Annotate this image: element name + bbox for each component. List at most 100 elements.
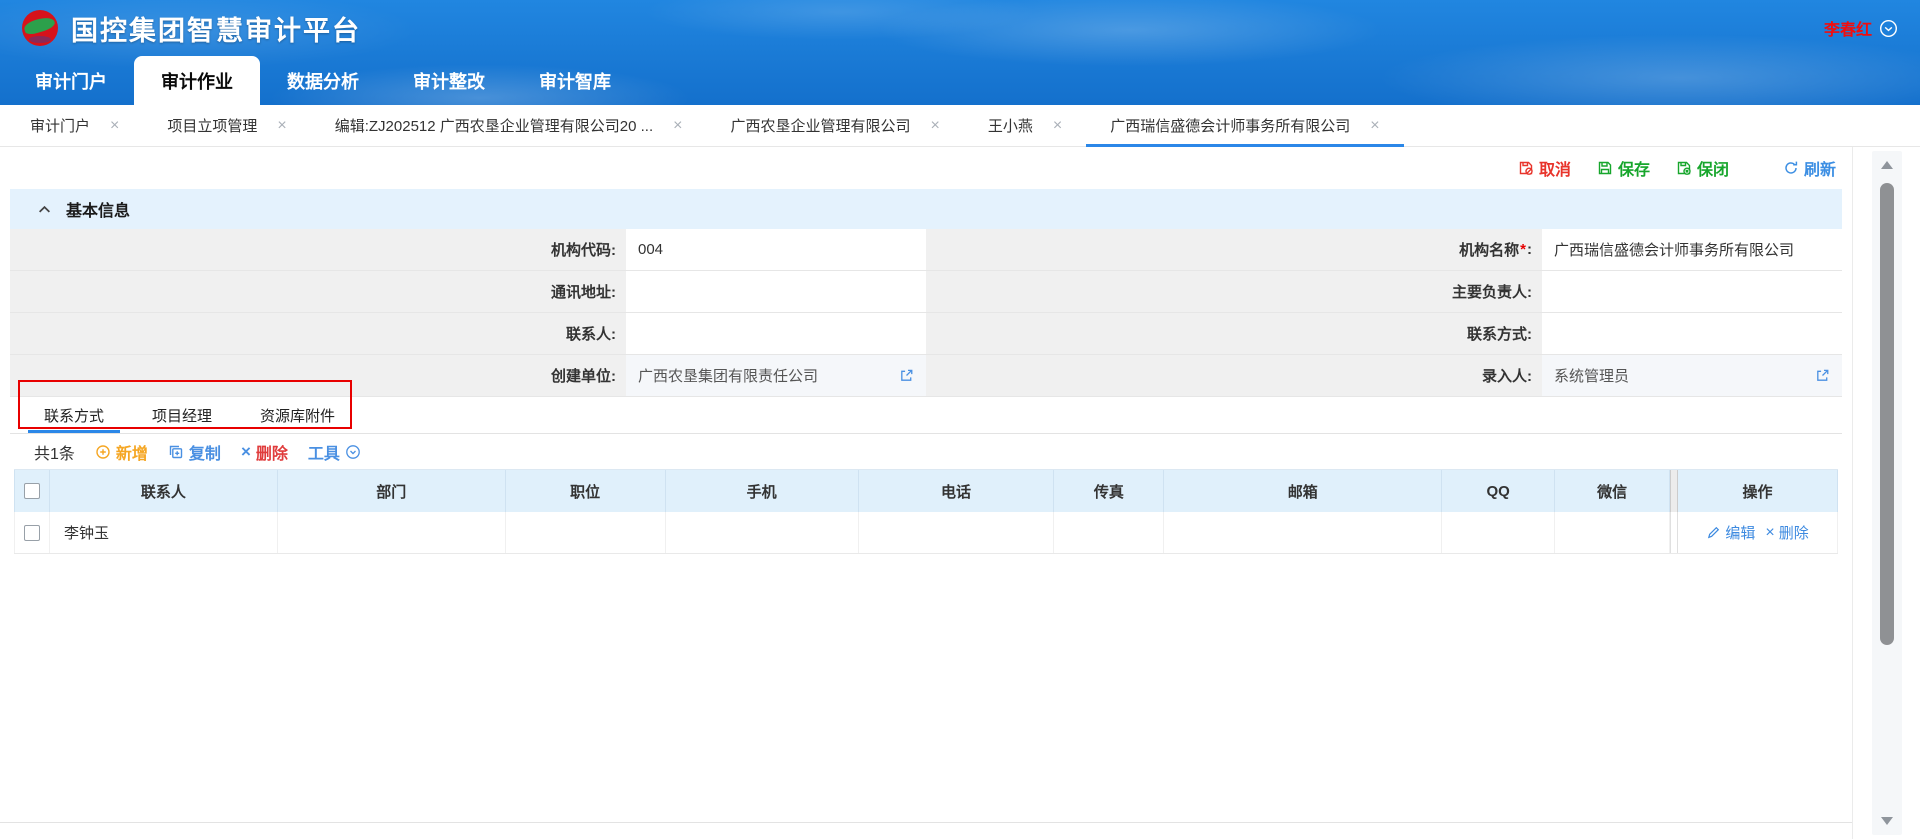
doc-tab-label: 广西瑞信盛德会计师事务所有限公司 xyxy=(1110,115,1350,136)
entry-user-value: 系统管理员 xyxy=(1542,355,1842,396)
close-icon[interactable]: × xyxy=(673,117,682,135)
external-link-icon[interactable] xyxy=(899,368,914,383)
col-header-department[interactable]: 部门 xyxy=(278,470,506,512)
doc-tab-label: 王小燕 xyxy=(988,115,1033,136)
scroll-down-icon[interactable] xyxy=(1881,817,1893,825)
record-action-toolbar: 取消 保存 xyxy=(0,147,1852,189)
user-name[interactable]: 李春红 xyxy=(1824,16,1872,40)
nav-item-audit-rectify[interactable]: 审计整改 xyxy=(386,56,512,105)
nav-item-audit-portal[interactable]: 审计门户 xyxy=(8,56,134,105)
chevron-down-icon[interactable] xyxy=(1879,19,1898,38)
col-header-wechat[interactable]: 微信 xyxy=(1555,470,1670,512)
pencil-icon xyxy=(1706,525,1721,540)
close-icon[interactable]: × xyxy=(1053,117,1062,135)
doc-tab-company[interactable]: 广西农垦企业管理有限公司 × xyxy=(706,105,963,146)
user-menu[interactable]: 李春红 xyxy=(1824,16,1898,40)
doc-tab-accounting-firm[interactable]: 广西瑞信盛德会计师事务所有限公司 × xyxy=(1086,105,1403,146)
field-contact: 联系人: xyxy=(10,313,926,355)
doc-tab-wangxiaoyan[interactable]: 王小燕 × xyxy=(964,105,1086,146)
document-tabbar: 审计门户 × 项目立项管理 × 编辑:ZJ202512 广西农垦企业管理有限公司… xyxy=(0,105,1920,147)
save-close-button[interactable]: 保闭 xyxy=(1676,156,1729,180)
row-delete-button[interactable]: × 删除 xyxy=(1765,522,1808,543)
copy-icon xyxy=(168,444,184,460)
save-close-icon xyxy=(1676,160,1692,176)
app-header: 国控集团智慧审计平台 李春红 审计门户 审计作业 数据分析 审计整改 审计智库 xyxy=(0,0,1920,105)
col-header-contact[interactable]: 联系人 xyxy=(50,470,278,512)
subtab-contact-methods[interactable]: 联系方式 xyxy=(28,397,120,433)
org-name-input[interactable] xyxy=(1542,229,1842,270)
cancel-label: 取消 xyxy=(1539,156,1571,180)
add-button[interactable]: 新增 xyxy=(95,440,148,464)
principal-input[interactable] xyxy=(1542,271,1842,312)
external-link-icon[interactable] xyxy=(1815,368,1830,383)
doc-tab-label: 项目立项管理 xyxy=(167,115,257,136)
scroll-up-icon[interactable] xyxy=(1881,161,1893,169)
column-divider xyxy=(1670,512,1678,553)
app-window: 国控集团智慧审计平台 李春红 审计门户 审计作业 数据分析 审计整改 审计智库 … xyxy=(0,0,1920,839)
cell-qq xyxy=(1442,512,1555,553)
address-input[interactable] xyxy=(626,271,926,312)
org-code-input-wrap xyxy=(626,229,926,270)
basic-info-form: 机构代码: 机构名称*: xyxy=(10,229,1842,397)
tools-label: 工具 xyxy=(308,440,340,464)
col-header-position[interactable]: 职位 xyxy=(506,470,666,512)
cell-email xyxy=(1164,512,1442,553)
row-edit-button[interactable]: 编辑 xyxy=(1706,522,1755,543)
vertical-scrollbar[interactable] xyxy=(1872,151,1902,835)
top-bar: 国控集团智慧审计平台 李春红 xyxy=(0,0,1920,56)
close-icon[interactable]: × xyxy=(110,117,119,135)
entry-user-label: 录入人: xyxy=(926,355,1542,396)
close-icon[interactable]: × xyxy=(1370,117,1379,135)
create-unit-label: 创建单位: xyxy=(10,355,626,396)
cell-position xyxy=(506,512,666,553)
field-address: 通讯地址: xyxy=(10,271,926,313)
nav-item-data-analysis[interactable]: 数据分析 xyxy=(260,56,386,105)
header-checkbox-cell xyxy=(14,470,50,512)
contact-label: 联系人: xyxy=(10,313,626,354)
col-header-fax[interactable]: 传真 xyxy=(1054,470,1164,512)
row-delete-label: 删除 xyxy=(1779,522,1809,543)
close-icon[interactable]: × xyxy=(931,117,940,135)
org-code-input[interactable] xyxy=(626,229,926,270)
delete-x-icon: × xyxy=(241,442,251,462)
nav-item-audit-work[interactable]: 审计作业 xyxy=(134,56,260,105)
col-header-mobile[interactable]: 手机 xyxy=(666,470,859,512)
add-label: 新增 xyxy=(116,440,148,464)
cancel-button[interactable]: 取消 xyxy=(1518,156,1571,180)
org-name-input-wrap xyxy=(1542,229,1842,270)
field-principal: 主要负责人: xyxy=(926,271,1842,313)
subtab-project-manager[interactable]: 项目经理 xyxy=(136,397,228,433)
row-checkbox[interactable] xyxy=(24,525,40,541)
grid-toolbar: 共1条 新增 xyxy=(10,434,1842,469)
col-header-qq[interactable]: QQ xyxy=(1442,470,1555,512)
save-button[interactable]: 保存 xyxy=(1597,156,1650,180)
chevron-down-circle-icon xyxy=(345,444,361,460)
subtab-resource-attachments[interactable]: 资源库附件 xyxy=(244,397,351,433)
collapse-chevron-icon[interactable] xyxy=(38,205,51,214)
app-logo-icon xyxy=(22,10,58,46)
col-header-phone[interactable]: 电话 xyxy=(859,470,1055,512)
close-icon[interactable]: × xyxy=(277,117,286,135)
select-all-checkbox[interactable] xyxy=(24,483,40,499)
field-org-code: 机构代码: xyxy=(10,229,926,271)
refresh-icon xyxy=(1783,160,1799,176)
basic-info-section-header[interactable]: 基本信息 xyxy=(10,189,1842,229)
detail-subtabs: 联系方式 项目经理 资源库附件 xyxy=(10,397,1842,434)
col-header-email[interactable]: 邮箱 xyxy=(1164,470,1442,512)
table-row[interactable]: 李钟玉 xyxy=(14,512,1838,554)
scrollbar-thumb[interactable] xyxy=(1880,183,1894,645)
copy-button[interactable]: 复制 xyxy=(168,440,221,464)
doc-tab-label: 审计门户 xyxy=(30,115,90,136)
contact-input[interactable] xyxy=(626,313,926,354)
tools-dropdown-button[interactable]: 工具 xyxy=(308,440,361,464)
contact-method-input[interactable] xyxy=(1542,313,1842,354)
column-divider xyxy=(1670,470,1678,512)
refresh-button[interactable]: 刷新 xyxy=(1783,156,1836,180)
doc-tab-audit-portal[interactable]: 审计门户 × xyxy=(6,105,143,146)
doc-tab-edit-zj202512[interactable]: 编辑:ZJ202512 广西农垦企业管理有限公司20 ... × xyxy=(311,105,707,146)
delete-button[interactable]: × 删除 xyxy=(241,440,288,464)
doc-tab-project-approval[interactable]: 项目立项管理 × xyxy=(143,105,310,146)
principal-input-wrap xyxy=(1542,271,1842,312)
nav-item-audit-knowledge[interactable]: 审计智库 xyxy=(512,56,638,105)
cell-mobile xyxy=(666,512,859,553)
